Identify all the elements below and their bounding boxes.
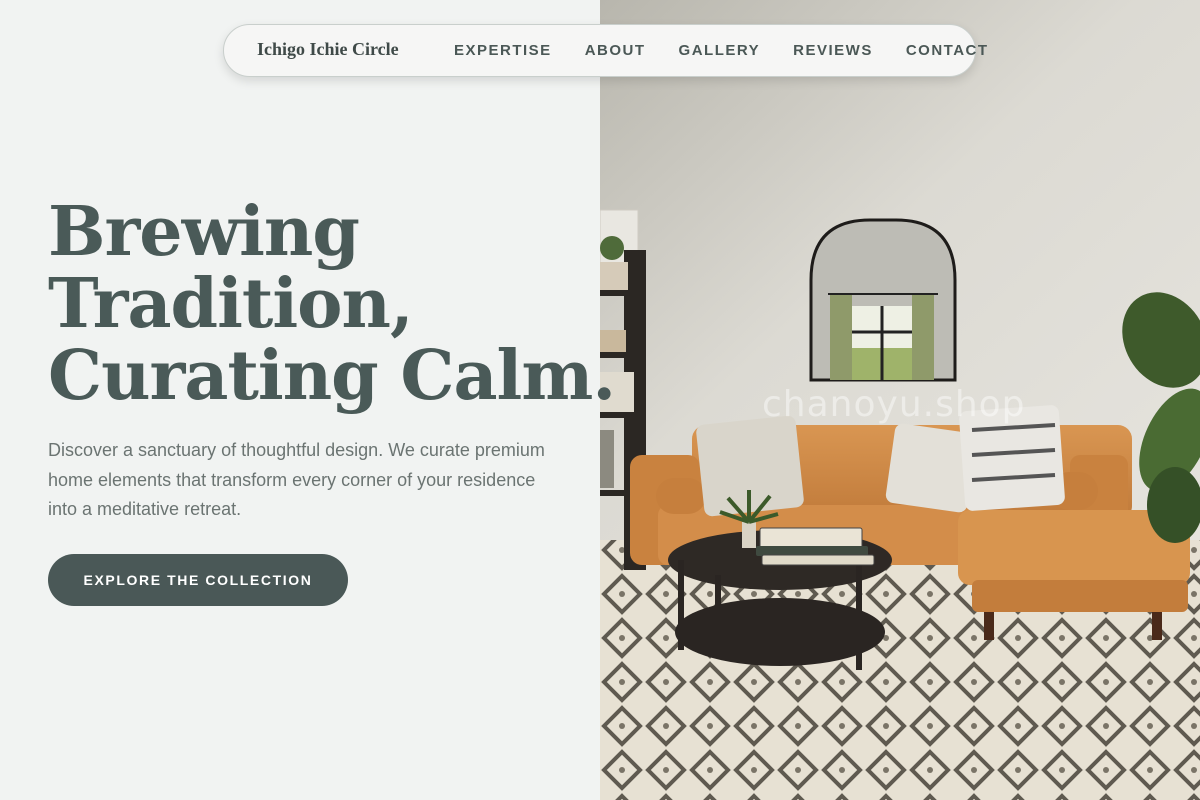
hero-title-line-2: Tradition, [48,264,414,344]
explore-collection-button[interactable]: EXPLORE THE COLLECTION [48,554,348,606]
hero-title-line-1: Brewing [48,192,360,272]
hero-description: Discover a sanctuary of thoughtful desig… [48,440,545,519]
top-navigation: Ichigo Ichie Circle EXPERTISE ABOUT GALL… [223,24,987,77]
hero-title: Brewing Tradition, Curating Calm. [48,192,616,416]
nav-link-gallery[interactable]: GALLERY [679,42,761,59]
nav-link-contact[interactable]: CONTACT [906,42,989,59]
nav-link-about[interactable]: ABOUT [585,42,646,59]
watermark-text: chanoyu.shop [762,384,1026,425]
nav-links: EXPERTISE ABOUT GALLERY REVIEWS CONTACT [454,42,989,59]
nav-link-reviews[interactable]: REVIEWS [793,42,873,59]
hero-title-line-3: Curating Calm. [48,336,616,416]
brand-logo[interactable]: Ichigo Ichie Circle [257,39,399,60]
nav-link-expertise[interactable]: EXPERTISE [454,42,552,59]
